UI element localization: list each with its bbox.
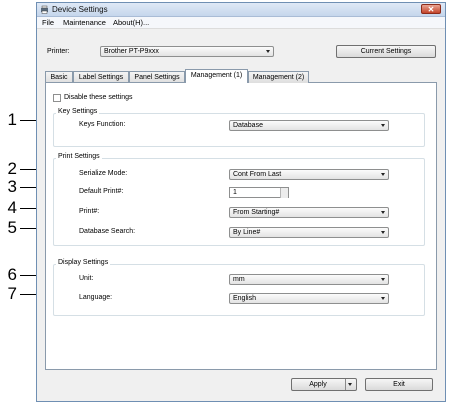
callout-4: 4 (7, 198, 17, 217)
tab-management-1[interactable]: Management (1) (185, 69, 248, 83)
apply-button[interactable]: Apply (291, 378, 357, 391)
database-search-label: Database Search: (79, 228, 136, 235)
chevron-down-icon (381, 231, 385, 234)
printer-label: Printer: (47, 48, 70, 55)
chevron-down-icon (381, 124, 385, 127)
language-dropdown[interactable]: English (229, 293, 389, 304)
print-num-dropdown[interactable]: From Starting# (229, 207, 389, 218)
menu-bar: File Maintenance About(H)... (37, 17, 445, 29)
exit-button[interactable]: Exit (365, 378, 433, 391)
chevron-down-icon (381, 278, 385, 281)
chevron-down-icon (348, 383, 352, 386)
default-print-label: Default Print#: (79, 188, 124, 195)
serialize-mode-value: Cont From Last (233, 171, 282, 178)
language-label: Language: (79, 294, 113, 301)
language-value: English (233, 295, 256, 302)
callout-2: 2 (7, 159, 17, 178)
display-settings-group (53, 264, 425, 316)
print-num-label: Print#: (79, 208, 100, 215)
chevron-down-icon (381, 297, 385, 300)
printer-dropdown[interactable]: Brother PT-P9xxx (100, 46, 274, 57)
current-settings-button[interactable]: Current Settings (336, 45, 436, 58)
menu-about[interactable]: About(H)... (113, 18, 149, 27)
device-settings-window: Device Settings ✕ File Maintenance About… (36, 2, 446, 402)
unit-label: Unit: (79, 275, 94, 282)
close-icon: ✕ (427, 5, 435, 14)
key-settings-title: Key Settings (56, 108, 100, 115)
apply-label: Apply (309, 381, 327, 388)
default-print-value: 1 (233, 189, 237, 196)
print-settings-title: Print Settings (56, 153, 102, 160)
callout-6: 6 (7, 265, 17, 284)
callout-5: 5 (7, 218, 17, 237)
title-bar: Device Settings ✕ (37, 3, 445, 17)
serialize-mode-label: Serialize Mode: (79, 170, 128, 177)
callout-7: 7 (7, 284, 17, 303)
display-settings-title: Display Settings (56, 259, 111, 266)
menu-file[interactable]: File (42, 18, 54, 27)
menu-maintenance[interactable]: Maintenance (63, 18, 106, 27)
printer-value: Brother PT-P9xxx (104, 48, 159, 55)
tab-panel-management-1: Disable these settings Key Settings Keys… (45, 82, 437, 370)
apply-split-dropdown[interactable] (345, 379, 356, 390)
tab-management-2[interactable]: Management (2) (248, 71, 309, 83)
printer-app-icon (41, 5, 48, 14)
disable-settings-label: Disable these settings (64, 94, 133, 101)
close-button[interactable]: ✕ (421, 4, 441, 14)
unit-value: mm (233, 276, 245, 283)
keys-function-value: Database (233, 122, 263, 129)
print-num-value: From Starting# (233, 209, 280, 216)
chevron-down-icon (381, 173, 385, 176)
disable-settings-checkbox[interactable] (53, 94, 61, 102)
unit-dropdown[interactable]: mm (229, 274, 389, 285)
serialize-mode-dropdown[interactable]: Cont From Last (229, 169, 389, 180)
default-print-spinner[interactable]: 1 (229, 187, 289, 198)
chevron-down-icon (381, 211, 385, 214)
database-search-dropdown[interactable]: By Line# (229, 227, 389, 238)
spin-down-button[interactable] (280, 193, 288, 198)
keys-function-label: Keys Function: (79, 121, 126, 128)
callout-1: 1 (7, 110, 17, 129)
callout-3: 3 (7, 177, 17, 196)
keys-function-dropdown[interactable]: Database (229, 120, 389, 131)
database-search-value: By Line# (233, 229, 261, 236)
chevron-down-icon (266, 50, 270, 53)
window-title: Device Settings (52, 5, 108, 14)
